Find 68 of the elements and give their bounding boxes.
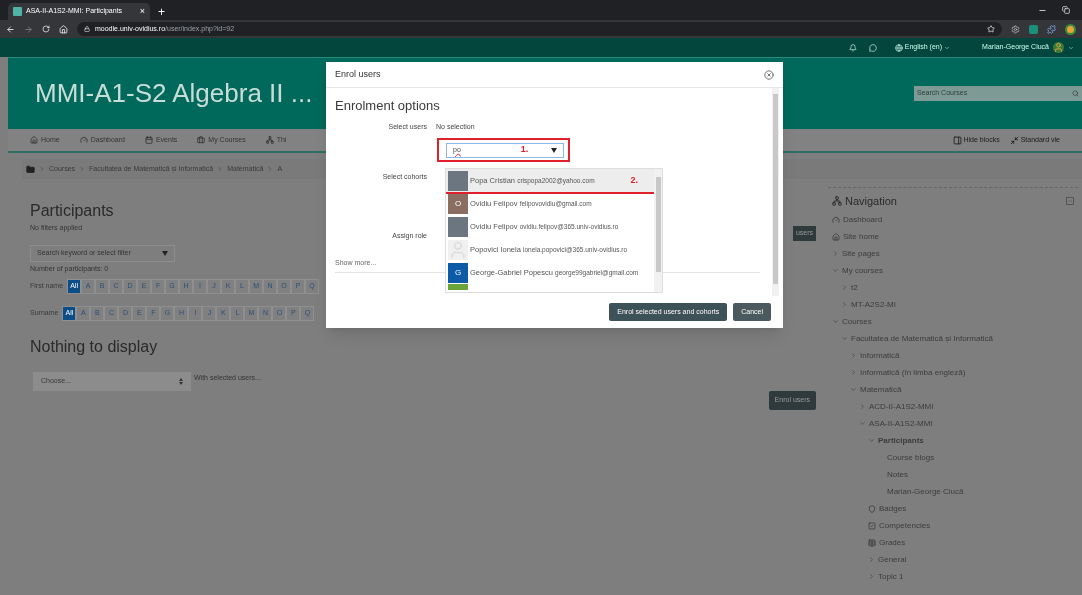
blank-avatar-icon [448, 239, 468, 260]
compress-icon [1009, 135, 1019, 145]
page-heading: Participants [30, 201, 114, 221]
photo-placeholder [448, 284, 468, 290]
caret-icon [1068, 44, 1074, 51]
forward-icon[interactable] [24, 24, 33, 34]
calendar-icon [144, 136, 153, 144]
folder-icon[interactable] [26, 164, 35, 174]
letter-avatar: O [448, 193, 468, 214]
reload-icon[interactable] [42, 25, 50, 33]
panel-icon [952, 135, 962, 145]
letter-avatar: G [448, 262, 468, 283]
new-tab-button[interactable]: + [158, 6, 165, 18]
tree-item[interactable]: Topic 1 [878, 570, 904, 583]
briefcase-icon [197, 136, 206, 144]
star-icon[interactable] [987, 25, 995, 33]
tree-item[interactable]: ACD-II-A1S2-MMI [869, 400, 934, 413]
photo-placeholder [448, 170, 468, 191]
updown-icon [179, 378, 183, 385]
tree-item[interactable]: Participants [878, 434, 924, 447]
tree-item[interactable]: Notes [887, 468, 908, 481]
chevron-right-icon [217, 166, 224, 172]
tree-item[interactable]: MT-A2S2-MI [851, 298, 896, 311]
close-icon[interactable] [764, 69, 774, 80]
lock-icon [84, 26, 90, 32]
caret-icon [162, 250, 168, 256]
browser-avatar[interactable] [1065, 23, 1076, 35]
home-icon[interactable] [59, 24, 68, 34]
block-title: Navigation [845, 193, 897, 209]
section-heading: Enrolment options [335, 97, 441, 115]
photo-placeholder [448, 216, 468, 237]
course-title: MMI-A1-S2 Algebra II ... [35, 77, 313, 110]
restore-icon[interactable] [1062, 6, 1070, 14]
house-icon [832, 232, 840, 241]
caret-icon [944, 44, 951, 51]
house-icon [30, 136, 38, 144]
back-icon[interactable] [6, 24, 15, 34]
extension-icon[interactable] [1011, 24, 1020, 34]
list-scrollbar[interactable] [654, 169, 662, 292]
extension-icon[interactable] [1047, 24, 1056, 34]
chevron-right-icon [267, 166, 274, 172]
gauge-icon [79, 136, 88, 144]
tab-close-button[interactable]: × [139, 7, 145, 16]
site-favicon [13, 7, 22, 16]
tree-item[interactable]: General [878, 553, 907, 566]
chevron-right-icon [39, 166, 45, 172]
caret-icon [551, 147, 557, 153]
messages-icon[interactable] [868, 43, 877, 52]
checkbox-icon [868, 521, 876, 530]
sitemap-icon [832, 196, 842, 206]
tree-item[interactable]: Matematică [860, 383, 902, 396]
notifications-icon[interactable] [848, 43, 857, 52]
table-icon [868, 538, 876, 547]
avatar-icon [1053, 42, 1064, 53]
empty-heading: Nothing to display [30, 337, 158, 357]
shield-icon [868, 504, 876, 513]
gauge-icon [832, 215, 840, 224]
globe-icon [894, 43, 903, 52]
tree-item[interactable]: Badges [879, 502, 907, 515]
search-icon[interactable] [1072, 90, 1079, 97]
dialog-title: Enrol users [335, 67, 381, 81]
extension-icon[interactable] [1029, 24, 1038, 34]
sitemap-icon [265, 136, 274, 144]
dialog-scrollbar[interactable] [772, 88, 779, 296]
chevron-right-icon [79, 166, 86, 172]
annotation-label: 1. [520, 143, 529, 157]
tree-item[interactable]: ASA-II-A1S2-MMI [869, 417, 933, 430]
annotation-label: 2. [630, 173, 638, 187]
